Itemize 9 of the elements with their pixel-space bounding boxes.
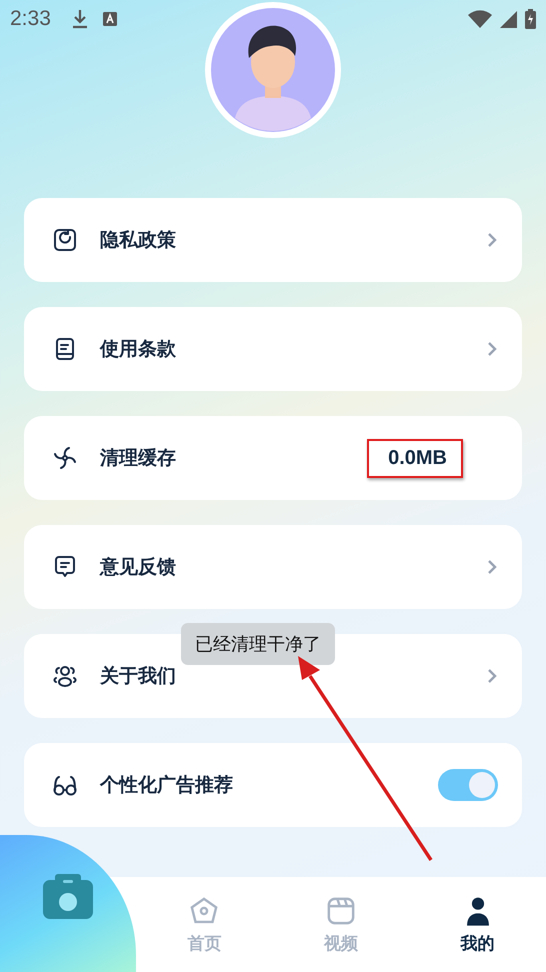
menu-label: 个性化广告推荐 — [100, 773, 233, 798]
cleared-toast: 已经清理干净了 — [181, 623, 335, 665]
menu-label: 使用条款 — [100, 337, 176, 362]
menu-label: 意见反馈 — [100, 555, 176, 580]
cache-size: 0.0MB — [367, 438, 463, 478]
clock: 2:33 — [10, 7, 51, 31]
menu-label: 关于我们 — [100, 664, 176, 689]
menu-label: 隐私政策 — [100, 228, 176, 253]
menu-label: 清理缓存 — [100, 446, 176, 471]
